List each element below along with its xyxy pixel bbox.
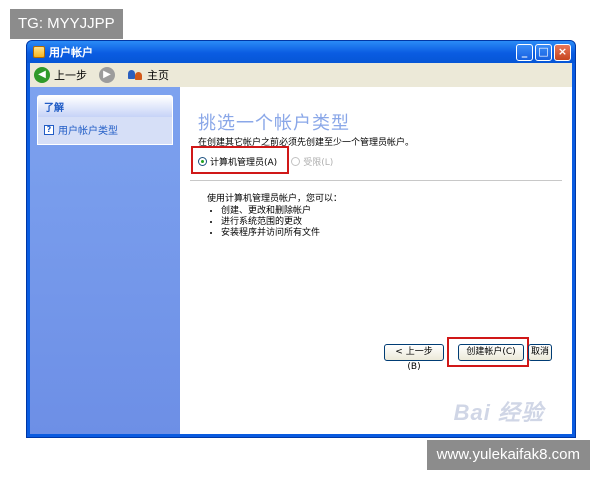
radio-administrator[interactable] (198, 157, 207, 166)
option-administrator-label: 计算机管理员(A) (210, 158, 278, 168)
learn-panel: 了解 ? 用户帐户类型 (37, 95, 173, 145)
back-arrow-icon[interactable]: ◀ (34, 67, 50, 83)
home-label[interactable]: 主页 (147, 67, 169, 83)
option-limited[interactable]: 受限(L) (291, 155, 333, 168)
overlay-tag: TG: MYYJJPP (10, 9, 123, 39)
page-title: 挑选一个帐户类型 (198, 113, 350, 134)
maximize-button[interactable]: □ (535, 44, 552, 61)
users-icon[interactable] (127, 68, 143, 82)
back-label[interactable]: 上一步 (54, 67, 87, 83)
close-button[interactable]: × (554, 44, 571, 61)
account-type-options: 计算机管理员(A) 受限(L) (198, 155, 333, 168)
minimize-button[interactable]: _ (516, 44, 533, 61)
back-button[interactable]: < 上一步(B) (384, 344, 444, 372)
cancel-button[interactable]: 取消 (528, 344, 552, 361)
button-row: < 上一步(B) 创建帐户(C) 取消 (384, 344, 552, 372)
title-bar[interactable]: 用户帐户 _ □ × (27, 41, 575, 63)
window-controls: _ □ × (516, 44, 571, 61)
admin-info: 使用计算机管理员帐户，您可以： 创建、更改和删除帐户 进行系统范围的更改 安装程… (207, 191, 342, 239)
radio-limited[interactable] (291, 157, 301, 166)
option-administrator[interactable]: 计算机管理员(A) (198, 155, 277, 168)
user-accounts-window: 用户帐户 _ □ × ◀ 上一步 ▶ 主页 了解 ? 用户帐户类型 挑选一个帐户… (26, 40, 576, 438)
list-item: 创建、更改和删除帐户 (221, 206, 342, 217)
forward-arrow-icon[interactable]: ▶ (99, 67, 115, 83)
help-icon: ? (44, 124, 54, 135)
list-item: 进行系统范围的更改 (221, 217, 342, 228)
info-list: 创建、更改和删除帐户 进行系统范围的更改 安装程序并访问所有文件 (221, 206, 342, 239)
create-account-button[interactable]: 创建帐户(C) (458, 344, 524, 361)
sidebar-item-account-types[interactable]: ? 用户帐户类型 (38, 117, 172, 144)
sidebar: 了解 ? 用户帐户类型 (30, 87, 180, 434)
option-limited-label: 受限(L) (303, 158, 334, 168)
list-item: 安装程序并访问所有文件 (221, 228, 342, 239)
window-title: 用户帐户 (49, 46, 93, 59)
divider (190, 180, 562, 181)
learn-panel-title: 了解 (38, 96, 172, 117)
info-title: 使用计算机管理员帐户，您可以： (207, 194, 343, 204)
toolbar: ◀ 上一步 ▶ 主页 (30, 63, 572, 87)
sidebar-item-label: 用户帐户类型 (58, 126, 118, 137)
main-panel: 挑选一个帐户类型 在创建其它帐户之前必须先创建至少一个管理员帐户。 计算机管理员… (180, 87, 572, 434)
overlay-site: www.yulekaifak8.com (426, 440, 590, 470)
content-area: 了解 ? 用户帐户类型 挑选一个帐户类型 在创建其它帐户之前必须先创建至少一个管… (30, 87, 572, 434)
window-icon (33, 46, 45, 58)
watermark: Bai 经验 (453, 400, 544, 425)
